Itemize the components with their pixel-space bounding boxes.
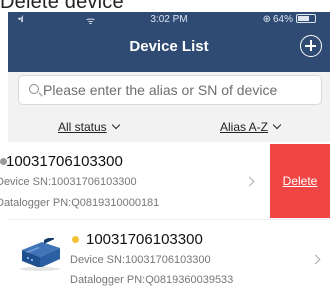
search-box[interactable] (18, 75, 322, 105)
device-row-content[interactable]: 10031706103300 Device SN:10031706103300 … (0, 144, 270, 218)
battery-icon (296, 14, 316, 23)
page-title: Device List (129, 38, 209, 55)
device-list-screen: Delete device •ıl ᯤ 3:02 PM ⊕ 64% Device … (0, 0, 330, 289)
add-device-button[interactable] (300, 35, 322, 57)
status-bar: •ıl ᯤ 3:02 PM ⊕ 64% (8, 12, 330, 28)
sort-dropdown[interactable]: Alias A-Z (220, 120, 282, 134)
chevron-down-icon (272, 120, 282, 130)
datalogger-pn: Datalogger PN:Q0819310000181 (0, 197, 160, 209)
rotation-lock-icon: ⊕ (262, 14, 271, 25)
device-row-swiped[interactable]: 10031706103300 Device SN:10031706103300 … (0, 144, 330, 218)
filter-bar: All status Alias A-Z (8, 112, 330, 142)
datalogger-device-image (20, 238, 60, 271)
status-dot-icon (72, 236, 79, 243)
sort-label: Alias A-Z (220, 120, 269, 134)
search-input[interactable] (43, 80, 319, 100)
battery-indicator: ⊕ 64% (263, 14, 316, 25)
chevron-right-icon (310, 254, 321, 265)
chevron-right-icon (244, 176, 255, 187)
device-name: 10031706103300 (86, 231, 203, 248)
device-row[interactable]: 10031706103300 Device SN:10031706103300 … (8, 219, 330, 289)
status-filter-dropdown[interactable]: All status (58, 120, 120, 134)
delete-button[interactable]: Delete (270, 144, 330, 218)
battery-percent: 64% (272, 14, 293, 25)
device-name: 10031706103300 (6, 153, 123, 170)
app-header: •ıl ᯤ 3:02 PM ⊕ 64% Device List (8, 12, 330, 72)
chevron-down-icon (111, 120, 120, 130)
delete-label: Delete (282, 174, 318, 188)
datalogger-pn: Datalogger PN:Q0819360039533 (70, 274, 234, 286)
status-filter-label: All status (58, 120, 107, 134)
device-sn: Device SN:10031706103300 (70, 254, 211, 266)
search-icon (29, 84, 39, 94)
search-bar (8, 72, 330, 112)
device-sn: Device SN:10031706103300 (0, 176, 137, 188)
